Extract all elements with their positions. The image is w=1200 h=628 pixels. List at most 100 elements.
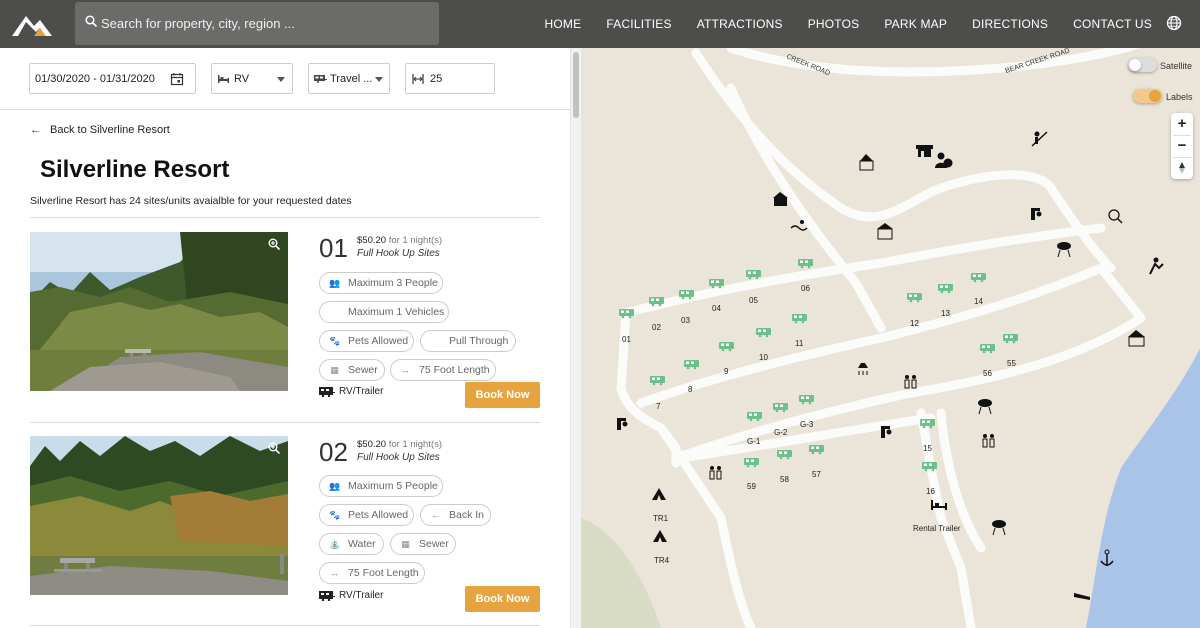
price-value: $50.20 [357,439,387,450]
length-icon: ↔ [330,568,339,578]
book-now-button[interactable]: Book Now [465,382,540,408]
equipment-label: RV/Trailer [319,386,383,397]
site-photo[interactable] [30,436,288,595]
feature-chip: 🐾 Pets Allowed [319,330,414,352]
main-nav: HOME FACILITIES ATTRACTIONS PHOTOS PARK … [520,0,1152,48]
site-label: 7 [656,402,661,411]
site-label: 9 [724,367,729,376]
hall-icon [877,223,893,240]
site-number: 01 [319,233,348,263]
bbq-icon [992,520,1006,536]
price-nights: for 1 night(s) [388,439,443,450]
tent-icon [652,488,666,500]
site-label: 8 [688,385,693,394]
back-link[interactable]: ← Back to Silverline Resort [30,124,170,136]
length-field[interactable]: 25 [405,63,495,94]
rv-icon [319,591,335,601]
hiking-icon [1149,257,1164,275]
playground-icon [881,426,892,438]
people-icon: 👥 [329,481,341,491]
zoom-in-button[interactable]: + [1171,113,1193,135]
feature-chip: Pull Through [420,330,516,352]
site-label: 16 [926,487,935,496]
tennis-icon [1031,131,1048,147]
park-map[interactable]: CREEK ROAD BEAR CREEK ROAD 01 02 03 04 0… [581,48,1200,628]
feature-chip: ← Back In [420,504,491,526]
chevron-down-icon [375,77,383,82]
site-label: 12 [910,319,919,328]
meadow [581,518,661,628]
feature-chip: ↔ 75 Foot Length [390,359,496,381]
site-label: 06 [801,284,810,293]
price-value: $50.20 [357,235,387,246]
site-label: 13 [941,309,950,318]
site-label: 11 [795,339,804,348]
check-in-icon [935,152,953,168]
nav-contact-us[interactable]: CONTACT US [1073,17,1152,31]
bbq-icon [978,399,992,415]
search-bar[interactable]: Search for property, city, region ... [75,2,439,45]
compass-icon[interactable] [1177,162,1187,174]
site-photo[interactable] [30,232,288,391]
search-input[interactable]: Search for property, city, region ... [101,16,295,31]
labels-toggle[interactable] [1133,89,1162,103]
tent-icon [653,530,667,542]
nav-photos[interactable]: PHOTOS [808,17,860,31]
date-range-field[interactable]: 01/30/2020 - 01/31/2020 [29,63,196,94]
roads [616,48,1146,628]
zoom-out-button[interactable]: − [1171,135,1193,157]
chevron-down-icon [277,77,285,82]
site-label: G-1 [747,437,761,446]
brand-logo-icon[interactable] [10,10,54,38]
results-panel: 01/30/2020 - 01/31/2020 RV Travel ... 25… [0,48,581,628]
calendar-icon[interactable] [170,72,184,86]
trailer-icon [314,75,327,83]
zoom-icon[interactable] [268,238,280,250]
water-icon: ⛲ [329,539,341,549]
feature-chip: ↔ 75 Foot Length [319,562,425,584]
globe-icon[interactable] [1166,15,1182,31]
filter-bar: 01/30/2020 - 01/31/2020 RV Travel ... 25 [0,48,570,110]
site-label: G-2 [774,428,788,437]
toggle-knob [1149,90,1161,102]
map-canvas[interactable]: CREEK ROAD BEAR CREEK ROAD 01 02 03 04 0… [581,48,1200,628]
equipment-type-select[interactable]: Travel ... [308,63,390,94]
divider [30,422,540,423]
nav-attractions[interactable]: ATTRACTIONS [697,17,783,31]
zoom-icon[interactable] [268,442,280,454]
arrow-left-icon: ← [431,510,440,520]
length-icon [412,74,424,84]
nav-home[interactable]: HOME [545,17,582,31]
site-number: 02 [319,437,348,467]
people-icon: 👥 [329,278,341,288]
site-type: Full Hook Up Sites [357,452,440,463]
site-label: 05 [749,296,758,305]
equipment-select[interactable]: RV [211,63,293,94]
page-title: Silverline Resort [40,156,230,183]
nav-facilities[interactable]: FACILITIES [606,17,671,31]
feature-chip: ▦ Sewer [319,359,385,381]
feature-chip: ⛲ Water [319,533,384,555]
boat-launch-icon [1074,593,1090,600]
site-label: 58 [780,475,789,484]
site-price: $50.20 for 1 night(s) [357,235,442,246]
arrow-left-icon: ← [30,124,41,136]
satellite-toggle[interactable] [1128,58,1157,72]
site-label: 56 [983,369,992,378]
nav-park-map[interactable]: PARK MAP [884,17,947,31]
feature-chip: ▦ Sewer [390,533,456,555]
lake [1086,348,1200,628]
scrollbar-thumb[interactable] [573,52,579,118]
divider [1173,157,1191,158]
site-price: $50.20 for 1 night(s) [357,439,442,450]
search-icon [85,15,97,27]
paw-icon: 🐾 [329,336,341,346]
nav-directions[interactable]: DIRECTIONS [972,17,1048,31]
vehicle-icon [329,307,340,318]
bed-icon [218,75,229,83]
book-now-button[interactable]: Book Now [465,586,540,612]
restroom-icon [982,434,995,448]
scrollbar[interactable] [570,48,581,628]
site-label: 04 [712,304,721,313]
site-label: TR4 [654,556,670,565]
